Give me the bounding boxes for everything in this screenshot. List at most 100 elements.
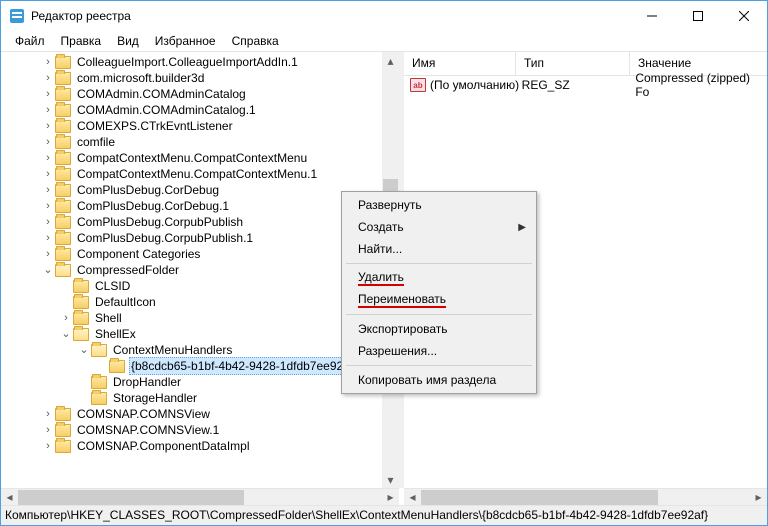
col-name[interactable]: Имя — [404, 52, 516, 75]
tree-item[interactable]: › COMEXPS.CTrkEvntListener — [5, 118, 399, 134]
tree-item-label: COMAdmin.COMAdminCatalog — [75, 86, 248, 102]
hscroll-right-icon[interactable]: ▸ — [382, 489, 399, 506]
scroll-up-icon[interactable]: ▴ — [382, 52, 399, 69]
tree-item[interactable]: ›ComPlusDebug.CorpubPublish — [5, 214, 399, 230]
context-menu-item[interactable]: Удалить — [344, 267, 534, 289]
tree-item[interactable]: › comfile — [5, 134, 399, 150]
titlebar[interactable]: Редактор реестра — [1, 1, 767, 31]
context-menu-item[interactable]: Разрешения... — [344, 340, 534, 362]
tree-item[interactable]: ›ColleagueImport.ColleagueImportAddIn.1 — [5, 54, 399, 70]
tree-item-label: StorageHandler — [111, 390, 199, 406]
value-name: (По умолчанию) — [430, 78, 522, 92]
expand-closed-icon[interactable]: › — [41, 54, 55, 70]
tree-item-label: COMEXPS.CTrkEvntListener — [75, 118, 235, 134]
registry-tree[interactable]: ›ColleagueImport.ColleagueImportAddIn.1›… — [1, 52, 399, 488]
scroll-down-icon[interactable]: ▾ — [382, 471, 399, 488]
tree-item[interactable]: ⌄ ShellEx — [5, 326, 399, 342]
tree-item[interactable]: ›ComPlusDebug.CorDebug — [5, 182, 399, 198]
hscroll-left-icon[interactable]: ◂ — [404, 489, 421, 506]
expand-closed-icon[interactable]: › — [41, 214, 55, 230]
tree-item-label: {b8cdcb65-b1bf-4b42-9428-1dfdb7ee92af} — [129, 357, 359, 375]
maximize-button[interactable] — [675, 1, 721, 31]
hscroll-thumb-left[interactable] — [18, 490, 244, 505]
folder-icon — [55, 152, 71, 165]
tree-item[interactable]: ›CompatContextMenu.CompatContextMenu.1 — [5, 166, 399, 182]
expand-closed-icon[interactable]: › — [41, 150, 55, 166]
context-menu-item[interactable]: Найти... — [344, 238, 534, 260]
expand-closed-icon[interactable]: › — [41, 246, 55, 262]
menu-view[interactable]: Вид — [109, 32, 147, 50]
tree-item[interactable]: ›COMSNAP.COMNSView — [5, 406, 399, 422]
expand-open-icon[interactable]: ⌄ — [59, 326, 73, 342]
regedit-window: Редактор реестра Файл Правка Вид Избранн… — [0, 0, 768, 526]
expand-open-icon[interactable]: ⌄ — [77, 342, 91, 358]
tree-item-label: Component Categories — [75, 246, 202, 262]
tree-item[interactable]: ⌄ContextMenuHandlers — [5, 342, 399, 358]
tree-item[interactable]: ⌄CompressedFolder — [5, 262, 399, 278]
expand-closed-icon[interactable]: › — [41, 118, 55, 134]
tree-item[interactable]: ›COMAdmin.COMAdminCatalog.1 — [5, 102, 399, 118]
context-menu-item[interactable]: Копировать имя раздела — [344, 369, 534, 391]
window-title: Редактор реестра — [31, 9, 629, 23]
folder-icon — [55, 408, 71, 421]
expand-closed-icon[interactable]: › — [41, 182, 55, 198]
expand-closed-icon[interactable]: › — [41, 230, 55, 246]
menubar: Файл Правка Вид Избранное Справка — [1, 31, 767, 51]
expand-closed-icon[interactable]: › — [41, 438, 55, 454]
tree-item[interactable]: CLSID — [5, 278, 399, 294]
tree-item[interactable]: DropHandler — [5, 374, 399, 390]
expand-open-icon[interactable]: ⌄ — [41, 262, 55, 278]
tree-item[interactable]: ›ComPlusDebug.CorDebug.1 — [5, 198, 399, 214]
tree-item[interactable]: DefaultIcon — [5, 294, 399, 310]
menu-edit[interactable]: Правка — [53, 32, 110, 50]
tree-item[interactable]: › Component Categories — [5, 246, 399, 262]
tree-item[interactable]: ›com.microsoft.builder3d — [5, 70, 399, 86]
folder-icon — [55, 200, 71, 213]
tree-item[interactable]: StorageHandler — [5, 390, 399, 406]
close-button[interactable] — [721, 1, 767, 31]
tree-item-label: ComPlusDebug.CorpubPublish.1 — [75, 230, 255, 246]
folder-icon — [55, 72, 71, 85]
menu-file[interactable]: Файл — [7, 32, 53, 50]
tree-item[interactable]: › ComPlusDebug.CorpubPublish.1 — [5, 230, 399, 246]
folder-icon — [73, 296, 89, 309]
context-menu-label: Разрешения... — [358, 344, 437, 358]
expand-closed-icon[interactable]: › — [59, 310, 73, 326]
tree-item[interactable]: ›Shell — [5, 310, 399, 326]
hscroll-left-icon[interactable]: ◂ — [1, 489, 18, 506]
menu-favorites[interactable]: Избранное — [147, 32, 224, 50]
expand-closed-icon[interactable]: › — [41, 86, 55, 102]
context-menu-item[interactable]: Переименовать — [344, 289, 534, 311]
folder-icon — [91, 376, 107, 389]
tree-item-label: ShellEx — [93, 326, 138, 342]
expand-closed-icon[interactable]: › — [41, 406, 55, 422]
hscroll-thumb-right[interactable] — [421, 490, 658, 505]
expand-closed-icon[interactable]: › — [41, 198, 55, 214]
tree-item[interactable]: › COMAdmin.COMAdminCatalog — [5, 86, 399, 102]
tree-item-label: CLSID — [93, 278, 132, 294]
folder-icon — [55, 56, 71, 69]
tree-item-label: COMSNAP.COMNSView.1 — [75, 422, 221, 438]
expand-closed-icon[interactable]: › — [41, 102, 55, 118]
folder-icon — [55, 440, 71, 453]
menu-help[interactable]: Справка — [224, 32, 287, 50]
tree-item-label: CompatContextMenu.CompatContextMenu — [75, 150, 309, 166]
col-type[interactable]: Тип — [516, 52, 630, 75]
expand-closed-icon[interactable]: › — [41, 422, 55, 438]
expand-closed-icon[interactable]: › — [41, 166, 55, 182]
expand-closed-icon[interactable]: › — [41, 134, 55, 150]
tree-item[interactable]: › COMSNAP.COMNSView.1 — [5, 422, 399, 438]
tree-item[interactable]: › CompatContextMenu.CompatContextMenu — [5, 150, 399, 166]
expand-closed-icon[interactable]: › — [41, 70, 55, 86]
value-row[interactable]: ab(По умолчанию)REG_SZCompressed (zipped… — [404, 76, 767, 94]
minimize-button[interactable] — [629, 1, 675, 31]
folder-icon — [73, 280, 89, 293]
tree-item[interactable]: ›COMSNAP.ComponentDataImpl — [5, 438, 399, 454]
tree-item[interactable]: {b8cdcb65-b1bf-4b42-9428-1dfdb7ee92af} — [5, 358, 399, 374]
context-menu-item[interactable]: Экспортировать — [344, 318, 534, 340]
menu-separator — [346, 314, 532, 315]
context-menu-item[interactable]: Развернуть — [344, 194, 534, 216]
context-menu-item[interactable]: Создать▶ — [344, 216, 534, 238]
hscroll-right-icon[interactable]: ▸ — [750, 489, 767, 506]
tree-item-label: comfile — [75, 134, 117, 150]
